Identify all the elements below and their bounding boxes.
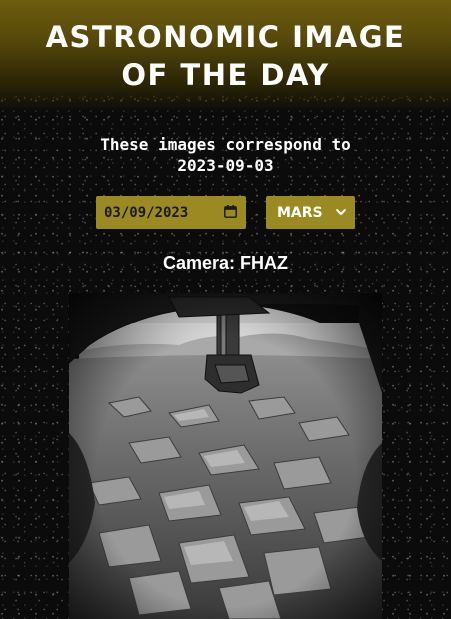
subtitle-date: 2023-09-03 (177, 156, 274, 175)
chevron-down-icon (336, 209, 346, 215)
planet-select[interactable]: MARS (266, 196, 355, 229)
rover-hazcam-image (69, 293, 382, 619)
page-title: ASTRONOMIC IMAGE OF THE DAY (45, 20, 406, 92)
subtitle-line: These images correspond to (100, 135, 351, 154)
calendar-icon[interactable] (224, 205, 237, 218)
date-input-value: 03/09/2023 (104, 204, 189, 221)
date-subtitle: These images correspond to 2023-09-03 (0, 134, 451, 176)
controls-row: 03/09/2023 MARS (0, 196, 451, 229)
camera-label: Camera: (162, 253, 236, 273)
planet-select-value: MARS (277, 204, 323, 221)
camera-label-line: Camera: FHAZ (0, 251, 451, 275)
rover-photo (69, 293, 382, 619)
camera-name: FHAZ (240, 253, 289, 273)
date-input[interactable]: 03/09/2023 (96, 196, 246, 229)
